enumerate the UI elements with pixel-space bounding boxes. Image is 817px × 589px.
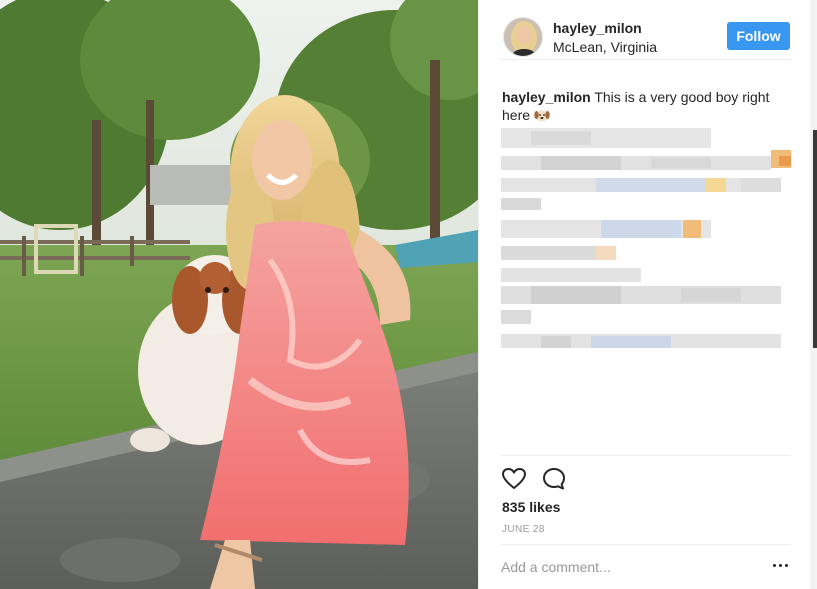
- puppy-face-emoji-icon: [534, 108, 550, 122]
- post-details-panel: hayley_milon McLean, Virginia Follow hay…: [478, 0, 810, 589]
- post-actions: 835 likes JUNE 28: [501, 455, 791, 545]
- caption-username[interactable]: hayley_milon: [502, 89, 591, 105]
- post-photo[interactable]: [0, 0, 478, 589]
- more-options-icon[interactable]: [773, 561, 791, 571]
- post-date: JUNE 28: [502, 524, 545, 535]
- comment-input[interactable]: [501, 554, 751, 580]
- location-link[interactable]: McLean, Virginia: [553, 39, 657, 55]
- scrollbar-thumb[interactable]: [813, 130, 817, 348]
- redacted-comments: [501, 128, 793, 350]
- likes-count[interactable]: 835 likes: [502, 499, 560, 515]
- post-header: hayley_milon McLean, Virginia Follow: [501, 14, 791, 60]
- heart-icon[interactable]: [501, 466, 527, 492]
- username-link[interactable]: hayley_milon: [553, 20, 642, 36]
- follow-button[interactable]: Follow: [727, 22, 790, 50]
- comment-row: [501, 544, 791, 589]
- caption: hayley_milon This is a very good boy rig…: [502, 88, 792, 124]
- avatar[interactable]: [503, 17, 543, 57]
- comment-bubble-icon[interactable]: [541, 466, 567, 492]
- scrollbar[interactable]: [810, 0, 817, 589]
